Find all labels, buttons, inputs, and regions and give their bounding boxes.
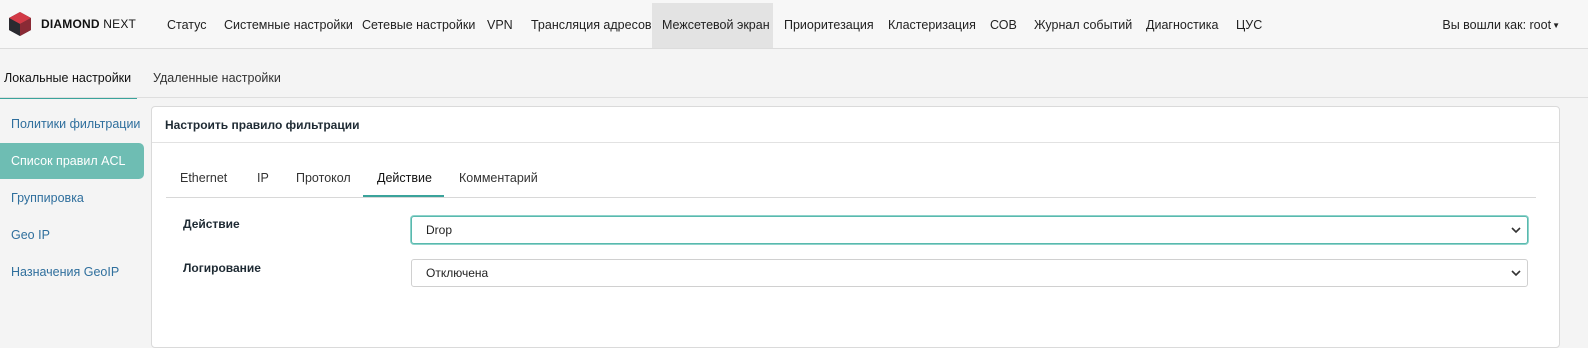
nav-item-vpn[interactable]: VPN — [477, 3, 523, 48]
tab-action[interactable]: Действие — [363, 162, 444, 197]
settings-scope-tabs: Локальные настройки Удаленные настройки — [0, 59, 1588, 99]
nav-item-ids[interactable]: СОВ — [980, 3, 1027, 48]
tab-remote-settings[interactable]: Удаленные настройки — [153, 59, 281, 99]
nav-item-nat[interactable]: Трансляция адресов — [521, 3, 662, 48]
user-label: Вы вошли как: root — [1442, 18, 1552, 32]
nav-item-event-log[interactable]: Журнал событий — [1024, 3, 1142, 48]
tab-local-settings[interactable]: Локальные настройки — [0, 59, 137, 99]
logging-select-value: Отключена — [426, 266, 489, 280]
logging-select[interactable]: Отключена — [411, 259, 1528, 287]
tab-ethernet[interactable]: Ethernet — [166, 162, 241, 197]
action-select[interactable]: Drop — [411, 216, 1528, 244]
caret-down-icon: ▼ — [1552, 20, 1560, 30]
sidebar-item-geo-ip[interactable]: Geo IP — [0, 217, 144, 253]
nav-item-system-settings[interactable]: Системные настройки — [214, 3, 363, 48]
diamond-logo-icon — [9, 12, 31, 36]
action-label: Действие — [183, 217, 240, 231]
user-menu[interactable]: Вы вошли как: root▼ — [1442, 3, 1560, 48]
brand-name: DIAMOND NEXT — [41, 17, 136, 31]
tab-comment[interactable]: Комментарий — [445, 162, 552, 197]
top-navbar: DIAMOND NEXT Статус Системные настройки … — [0, 0, 1588, 49]
nav-item-network-settings[interactable]: Сетевые настройки — [352, 3, 485, 48]
sidebar-item-geoip-assignments[interactable]: Назначения GeoIP — [0, 254, 144, 290]
divider — [0, 97, 1588, 98]
nav-item-firewall[interactable]: Межсетевой экран — [652, 3, 773, 48]
brand[interactable]: DIAMOND NEXT — [7, 10, 136, 38]
tab-protocol[interactable]: Протокол — [282, 162, 365, 197]
brand-name-thin: NEXT — [103, 17, 137, 31]
nav-item-clustering[interactable]: Кластеризация — [878, 3, 986, 48]
nav-item-diagnostics[interactable]: Диагностика — [1136, 3, 1228, 48]
sidebar-item-acl-rules[interactable]: Список правил ACL — [0, 143, 144, 179]
sidebar-item-grouping[interactable]: Группировка — [0, 180, 144, 216]
brand-name-bold: DIAMOND — [41, 17, 100, 31]
chevron-down-icon — [1511, 270, 1521, 277]
action-select-value: Drop — [426, 223, 453, 237]
nav-item-prioritization[interactable]: Приоритезация — [774, 3, 884, 48]
sidebar-item-filter-policies[interactable]: Политики фильтрации — [0, 106, 144, 142]
rule-tabs: Ethernet IP Протокол Действие Комментари… — [166, 162, 1536, 198]
logging-label: Логирование — [183, 261, 261, 275]
tab-ip[interactable]: IP — [243, 162, 283, 197]
card-title: Настроить правило фильтрации — [152, 107, 1559, 143]
nav-item-status[interactable]: Статус — [157, 3, 217, 48]
nav-item-cus[interactable]: ЦУС — [1226, 3, 1272, 48]
chevron-down-icon — [1511, 227, 1521, 234]
filter-rule-card: Настроить правило фильтрации Ethernet IP… — [151, 106, 1560, 348]
